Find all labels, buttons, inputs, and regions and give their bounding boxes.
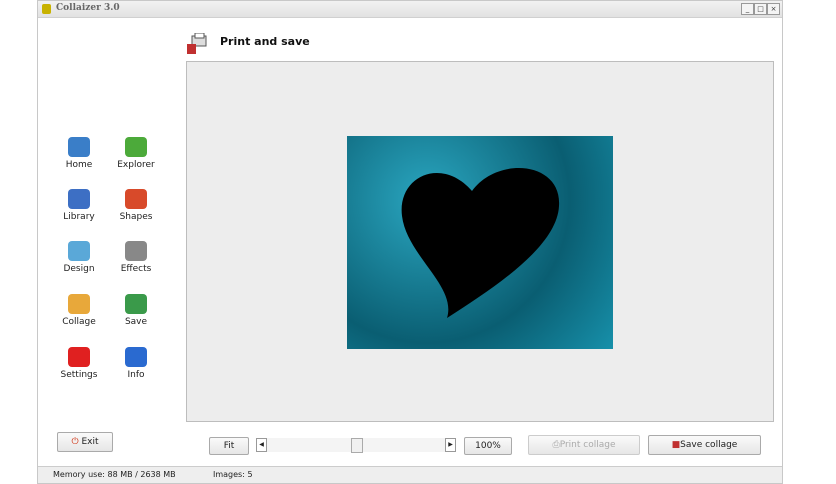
shapes-icon — [125, 189, 147, 209]
app-icon — [42, 4, 51, 14]
maximize-button[interactable]: □ — [754, 3, 767, 15]
heart-shape — [401, 168, 560, 318]
save-icon — [125, 294, 147, 314]
app-window: Collaizer 3.0 _ □ × Print and save Home E… — [37, 0, 783, 484]
library-icon — [68, 189, 90, 209]
sidebar-item-collage[interactable]: Collage — [49, 294, 109, 327]
settings-icon — [68, 347, 90, 367]
slider-thumb[interactable] — [351, 438, 363, 453]
collage-image — [347, 136, 613, 349]
collage-icon — [68, 294, 90, 314]
sidebar-item-design[interactable]: Design — [49, 241, 109, 274]
print-label: Print collage — [559, 440, 616, 450]
sidebar-item-label: Save — [124, 317, 148, 327]
image-count: Images: 5 — [213, 470, 253, 479]
power-icon: ⏻ — [71, 437, 79, 447]
sidebar-item-label: Settings — [60, 370, 98, 380]
printer-icon — [187, 33, 207, 54]
sidebar-item-label: Shapes — [119, 212, 153, 222]
sidebar-item-label: Collage — [62, 317, 96, 327]
explorer-icon — [125, 137, 147, 157]
sidebar-item-label: Explorer — [117, 160, 155, 170]
sidebar-item-effects[interactable]: Effects — [106, 241, 166, 274]
zoom-level-button[interactable]: 100% — [464, 437, 512, 455]
sidebar-item-library[interactable]: Library — [49, 189, 109, 222]
save-collage-button[interactable]: ■Save collage — [648, 435, 761, 455]
exit-label: Exit — [81, 437, 99, 447]
home-icon — [68, 137, 90, 157]
slider-right-arrow[interactable]: ▶ — [445, 438, 456, 452]
sidebar-item-info[interactable]: Info — [106, 347, 166, 380]
printer-icon: ⎙ — [552, 440, 560, 450]
fit-button[interactable]: Fit — [209, 437, 249, 455]
sidebar-item-shapes[interactable]: Shapes — [106, 189, 166, 222]
sidebar-item-label: Effects — [120, 264, 152, 274]
status-bar: Memory use: 88 MB / 2638 MB Images: 5 — [38, 466, 782, 483]
title-bar: Collaizer 3.0 _ □ × — [38, 1, 782, 18]
sidebar-item-label: Home — [65, 160, 93, 170]
minimize-button[interactable]: _ — [741, 3, 754, 15]
sidebar-item-settings[interactable]: Settings — [49, 347, 109, 380]
zoom-slider[interactable]: ◀ ▶ — [256, 438, 456, 453]
sidebar-item-label: Design — [63, 264, 95, 274]
effects-icon — [125, 241, 147, 261]
exit-button[interactable]: ⏻ Exit — [57, 432, 113, 452]
sidebar-item-explorer[interactable]: Explorer — [106, 137, 166, 170]
sidebar-item-label: Info — [127, 370, 145, 380]
window-title: Collaizer 3.0 — [56, 3, 120, 13]
slider-left-arrow[interactable]: ◀ — [256, 438, 267, 452]
print-collage-button[interactable]: ⎙Print collage — [528, 435, 640, 455]
design-icon — [68, 241, 90, 261]
page-title: Print and save — [220, 35, 310, 48]
sidebar-item-label: Library — [63, 212, 95, 222]
sidebar-item-home[interactable]: Home — [49, 137, 109, 170]
sidebar-item-save[interactable]: Save — [106, 294, 166, 327]
collage-preview-area[interactable] — [186, 61, 774, 422]
close-button[interactable]: × — [767, 3, 780, 15]
save-label: Save collage — [680, 440, 738, 450]
memory-usage: Memory use: 88 MB / 2638 MB — [53, 470, 176, 479]
floppy-icon: ■ — [671, 440, 681, 450]
info-icon — [125, 347, 147, 367]
